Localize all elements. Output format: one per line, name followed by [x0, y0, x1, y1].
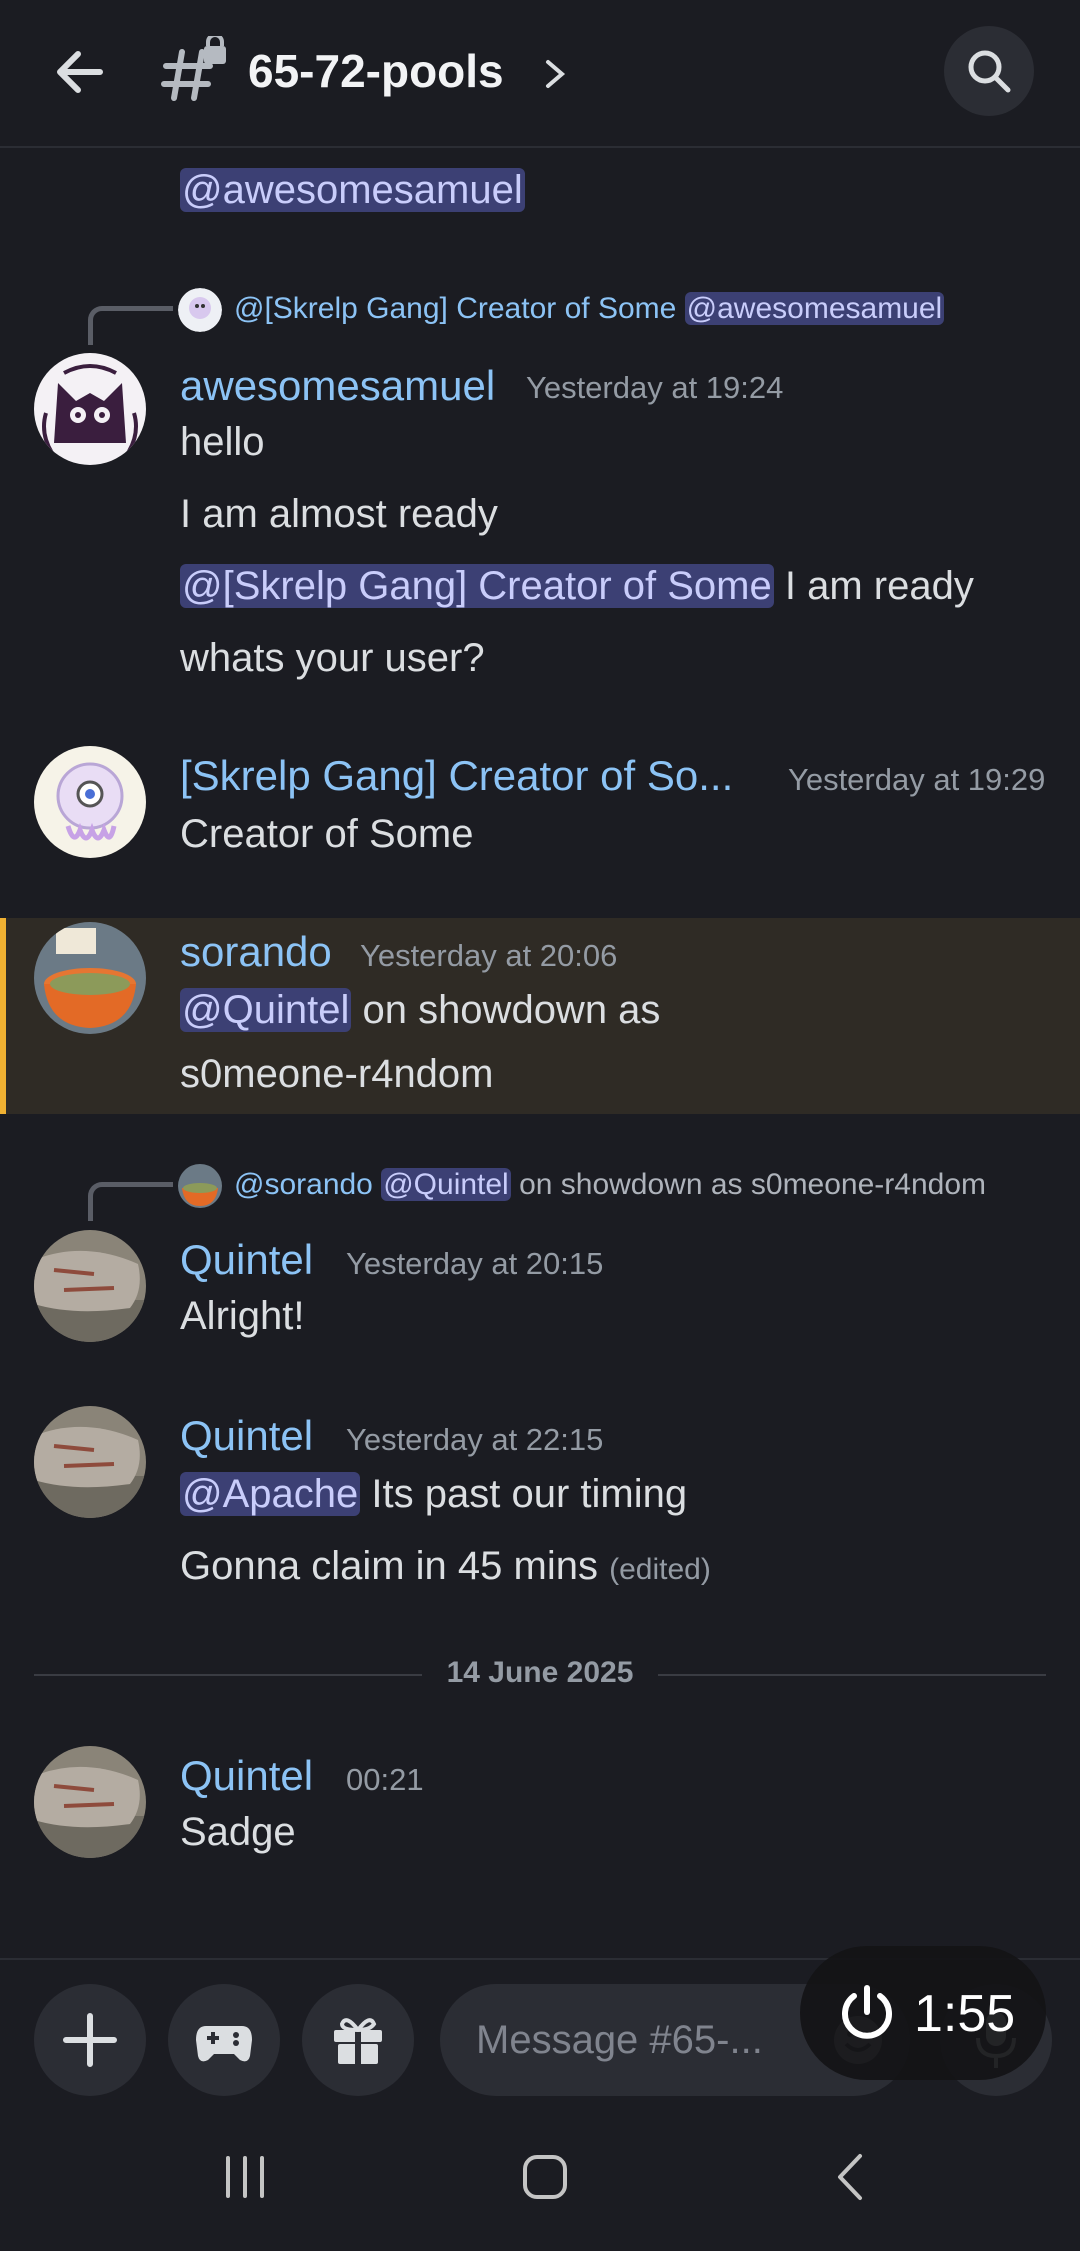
- back-arrow-icon[interactable]: [50, 42, 110, 102]
- gamepad-icon: [196, 2026, 252, 2062]
- power-icon: [842, 1985, 892, 2039]
- user-mention[interactable]: @[Skrelp Gang] Creator of Some: [180, 564, 774, 608]
- username[interactable]: awesomesamuel: [180, 362, 495, 410]
- username[interactable]: Quintel: [180, 1412, 313, 1460]
- timer-value: 1:55: [914, 1985, 1016, 2043]
- message-line: whats your user?: [180, 636, 485, 680]
- locked-channel-hash-icon: [161, 36, 226, 101]
- avatar[interactable]: [34, 746, 146, 858]
- plus-icon: [63, 2013, 117, 2067]
- message-line: @Quintel on showdown as: [180, 988, 660, 1033]
- message-line: hello: [180, 420, 265, 464]
- username[interactable]: [Skrelp Gang] Creator of So...: [180, 752, 733, 800]
- search-button[interactable]: [944, 26, 1034, 116]
- user-mention[interactable]: @Quintel: [180, 988, 352, 1032]
- message-line: Sadge: [180, 1810, 296, 1854]
- channel-name[interactable]: 65-72-pools: [248, 44, 504, 98]
- mention-highlight-stripe: [0, 918, 6, 1114]
- message-line: @Apache Its past our timing: [180, 1472, 687, 1517]
- message-line: Gonna claim in 45 mins (edited): [180, 1544, 711, 1589]
- timestamp: 00:21: [346, 1762, 424, 1797]
- message-list[interactable]: @awesomesamuel @[Skrelp Gang] Creator of…: [0, 148, 1080, 1958]
- timestamp: Yesterday at 20:15: [346, 1246, 604, 1281]
- add-attachment-button[interactable]: [34, 1984, 146, 2096]
- avatar[interactable]: [34, 1230, 146, 1342]
- reply-preview[interactable]: @[Skrelp Gang] Creator of Some @awesomes…: [234, 292, 945, 326]
- message-line: Creator of Some: [180, 812, 474, 856]
- message-line: @awesomesamuel: [180, 168, 525, 213]
- user-mention[interactable]: @awesomesamuel: [180, 168, 525, 212]
- timestamp: Yesterday at 19:24: [526, 370, 784, 405]
- message-placeholder: Message #65-...: [476, 2018, 763, 2062]
- reply-avatar: [178, 288, 222, 332]
- reply-connector: [88, 306, 173, 345]
- user-mention: @Quintel: [381, 1168, 511, 1201]
- avatar[interactable]: [34, 353, 146, 465]
- reply-text: on showdown as s0meone-r4ndom: [510, 1168, 987, 1201]
- system-navigation-bar: [0, 2100, 1080, 2251]
- chevron-right-icon[interactable]: [540, 54, 570, 94]
- channel-header: 65-72-pools: [0, 0, 1080, 148]
- user-mention[interactable]: @Apache: [180, 1472, 361, 1516]
- timestamp: Yesterday at 20:06: [360, 938, 618, 973]
- message-text: on showdown as: [351, 988, 661, 1032]
- activities-button[interactable]: [168, 1984, 280, 2096]
- reply-author: @[Skrelp Gang] Creator of Some: [234, 292, 677, 325]
- recent-apps-icon[interactable]: [220, 2154, 270, 2200]
- reply-connector: [88, 1182, 173, 1221]
- message-line: I am almost ready: [180, 492, 498, 536]
- edited-label: (edited): [609, 1553, 711, 1586]
- date-divider: 14 June 2025: [34, 1654, 1046, 1694]
- timestamp: Yesterday at 22:15: [346, 1422, 604, 1457]
- message-line: s0meone-r4ndom: [180, 1052, 494, 1096]
- timestamp: Yesterday at 19:29: [788, 762, 1046, 797]
- home-icon[interactable]: [520, 2152, 570, 2202]
- date-label: 14 June 2025: [446, 1656, 634, 1689]
- message-text: I am ready: [773, 564, 974, 608]
- user-mention: @awesomesamuel: [684, 292, 945, 325]
- avatar[interactable]: [34, 922, 146, 1034]
- message-line: @[Skrelp Gang] Creator of Some I am read…: [180, 564, 974, 609]
- username[interactable]: Quintel: [180, 1752, 313, 1800]
- reply-preview[interactable]: @sorando @Quintel on showdown as s0meone…: [234, 1168, 986, 1202]
- system-back-icon[interactable]: [830, 2152, 870, 2202]
- reply-author: @sorando: [234, 1168, 373, 1201]
- message-text: Gonna claim in 45 mins: [180, 1544, 598, 1588]
- message-line: Alright!: [180, 1294, 305, 1338]
- avatar[interactable]: [34, 1746, 146, 1858]
- username[interactable]: sorando: [180, 928, 332, 976]
- username[interactable]: Quintel: [180, 1236, 313, 1284]
- avatar[interactable]: [34, 1406, 146, 1518]
- gift-icon: [334, 2018, 382, 2064]
- reply-avatar: [178, 1164, 222, 1208]
- search-icon: [968, 50, 1011, 93]
- message-text: Its past our timing: [360, 1472, 688, 1516]
- screen-timer-overlay[interactable]: 1:55: [800, 1946, 1046, 2080]
- gift-button[interactable]: [302, 1984, 414, 2096]
